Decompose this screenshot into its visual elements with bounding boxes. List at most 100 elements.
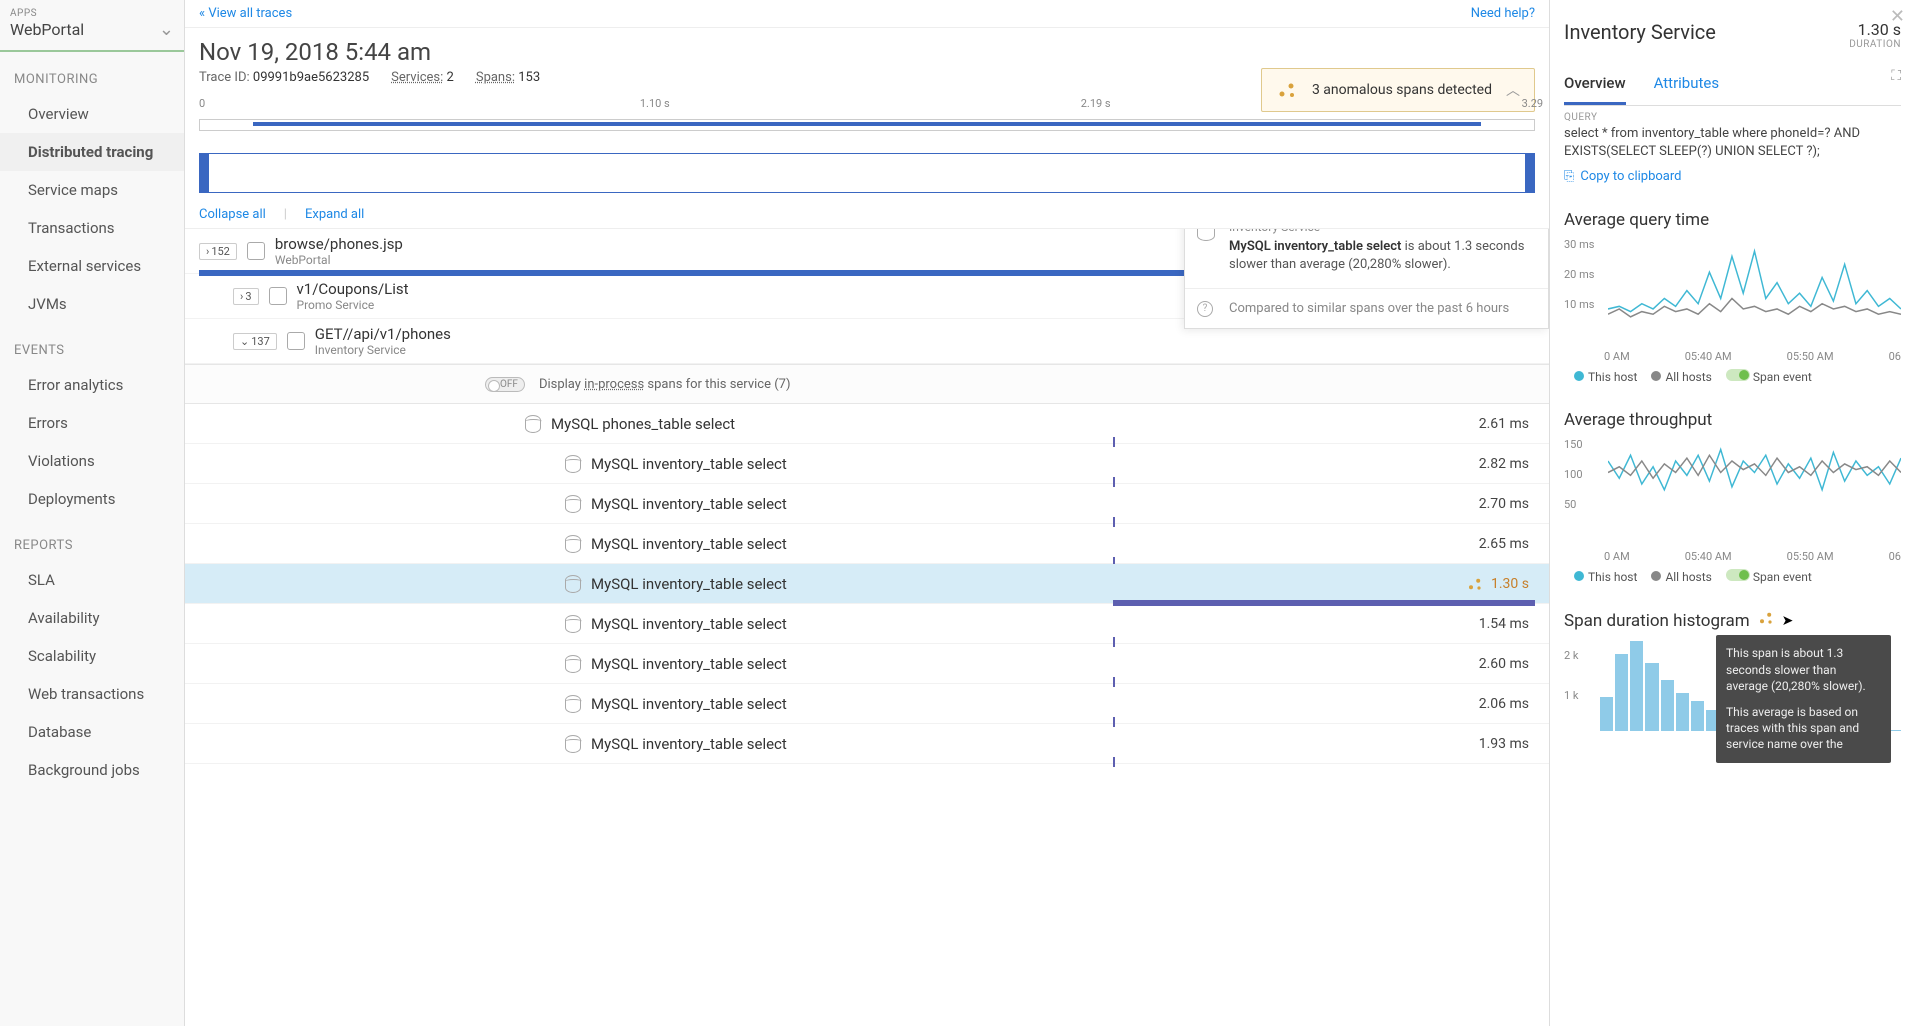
span-toggle[interactable]: ⌄ 137: [233, 333, 277, 350]
separator: |: [284, 207, 287, 222]
tree-controls: Collapse all | Expand all: [185, 201, 1549, 229]
chart-avg-query-time: 30 ms 20 ms 10 ms: [1564, 238, 1901, 348]
database-icon: [565, 575, 581, 593]
span-row-db[interactable]: MySQL inventory_table select2.70 ms: [185, 484, 1549, 524]
trace-title: Nov 19, 2018 5:44 am: [199, 38, 1535, 66]
expand-icon[interactable]: ⛶: [1891, 68, 1901, 105]
histogram-bar: [1676, 693, 1689, 732]
expand-all-link[interactable]: Expand all: [305, 207, 364, 222]
ruler-tick: 2.19 s: [1081, 97, 1111, 110]
app-selector[interactable]: APPS WebPortal ⌄: [0, 0, 184, 52]
sidebar-item-transactions[interactable]: Transactions: [0, 209, 184, 247]
span-service: Inventory Service: [315, 343, 451, 357]
span-duration: 1.30 s: [1467, 576, 1535, 592]
database-icon: [565, 615, 581, 633]
chart-histogram: 2 k 1 k This span is about 1.3 seconds s…: [1564, 639, 1901, 749]
sidebar-item-external-services[interactable]: External services: [0, 247, 184, 285]
spans-count: 153: [518, 70, 540, 85]
span-tick: [1113, 757, 1115, 767]
database-icon: [565, 455, 581, 473]
spans-label: Spans:: [476, 70, 515, 85]
sidebar-item-availability[interactable]: Availability: [0, 599, 184, 637]
tab-overview[interactable]: Overview: [1564, 68, 1626, 105]
span-duration: 1.93 ms: [1479, 736, 1535, 752]
anomaly-item-text: MySQL inventory_table select is about 1.…: [1229, 238, 1532, 274]
timeline-minimap[interactable]: [199, 119, 1535, 131]
sidebar-item-jvms[interactable]: JVMs: [0, 285, 184, 323]
database-icon: [525, 415, 541, 433]
in-process-toggle[interactable]: OFF: [485, 377, 525, 392]
anomaly-item[interactable]: Inventory ServiceMySQL inventory_table s…: [1185, 229, 1548, 289]
sidebar-item-sla[interactable]: SLA: [0, 561, 184, 599]
sidebar-item-distributed-tracing[interactable]: Distributed tracing: [0, 133, 184, 171]
span-tree: › 152 browse/phones.jsp WebPortal › 3 v1…: [185, 229, 1549, 1026]
span-toggle[interactable]: › 3: [233, 288, 259, 305]
database-icon: [565, 735, 581, 753]
chart-title-query-time: Average query time: [1564, 210, 1901, 230]
legend-dot-this-host: [1574, 571, 1584, 581]
ruler-tick: 0: [199, 97, 205, 110]
database-icon: [565, 695, 581, 713]
services-count: 2: [447, 70, 454, 85]
help-icon: ?: [1197, 301, 1213, 317]
sidebar-item-overview[interactable]: Overview: [0, 95, 184, 133]
app-selector-name: WebPortal: [10, 20, 84, 39]
chart-title-throughput: Average throughput: [1564, 410, 1901, 430]
selection-handle-right[interactable]: [1525, 153, 1535, 193]
chart-legend: This host All hosts Span event: [1564, 369, 1901, 384]
span-service: WebPortal: [275, 253, 403, 267]
sidebar-item-deployments[interactable]: Deployments: [0, 480, 184, 518]
details-tabs: Overview Attributes ⛶: [1564, 68, 1901, 106]
chevron-down-icon: ⌄: [159, 19, 174, 40]
minimap-bar: [253, 122, 1480, 126]
sidebar-item-scalability[interactable]: Scalability: [0, 637, 184, 675]
histogram-bar: [1600, 697, 1613, 731]
span-event-toggle[interactable]: [1726, 569, 1750, 581]
timeline-selection[interactable]: [199, 153, 1535, 193]
close-icon[interactable]: ✕: [1890, 6, 1905, 27]
span-row-db[interactable]: MySQL inventory_table select1.54 ms: [185, 604, 1549, 644]
ruler-tick: 3.29: [1522, 97, 1543, 110]
span-toggle[interactable]: › 152: [199, 243, 237, 260]
collapse-all-link[interactable]: Collapse all: [199, 207, 266, 222]
legend-dot-this-host: [1574, 371, 1584, 381]
sidebar-item-errors[interactable]: Errors: [0, 404, 184, 442]
span-event-toggle[interactable]: [1726, 369, 1750, 381]
help-link[interactable]: Need help?: [1471, 6, 1535, 21]
ruler-tick: 1.10 s: [640, 97, 670, 110]
span-name: MySQL inventory_table select: [591, 655, 787, 673]
anomaly-banner-text: 3 anomalous spans detected: [1312, 82, 1492, 98]
trace-id: 09991b9ae5623285: [253, 70, 369, 85]
span-row-db[interactable]: MySQL inventory_table select 2.60 ms: [185, 644, 1549, 684]
details-panel: ✕ Inventory Service 1.30 s DURATION Over…: [1550, 0, 1915, 1026]
back-link[interactable]: « View all traces: [199, 6, 292, 21]
selection-handle-left[interactable]: [199, 153, 209, 193]
sidebar-item-error-analytics[interactable]: Error analytics: [0, 366, 184, 404]
sidebar-item-violations[interactable]: Violations: [0, 442, 184, 480]
sidebar-item-service-maps[interactable]: Service maps: [0, 171, 184, 209]
span-name: MySQL inventory_table select: [591, 615, 787, 633]
span-duration: 2.61 ms: [1479, 416, 1535, 432]
sidebar-item-background-jobs[interactable]: Background jobs: [0, 751, 184, 789]
span-row-db[interactable]: MySQL inventory_table select1.30 s: [185, 564, 1549, 604]
span-row-db[interactable]: MySQL inventory_table select1.93 ms: [185, 724, 1549, 764]
anomaly-panel-footer: ? Compared to similar spans over the pas…: [1185, 289, 1548, 328]
span-row-db[interactable]: MySQL phones_table select2.61 ms: [185, 404, 1549, 444]
sidebar-item-web-transactions[interactable]: Web transactions: [0, 675, 184, 713]
anomaly-panel: WebPortalcoretron.dt.nrdemo-staging.com …: [1184, 229, 1549, 329]
histogram-bar: [1661, 680, 1674, 731]
copy-to-clipboard[interactable]: ⎘ Copy to clipboard: [1564, 169, 1901, 184]
span-row-db[interactable]: MySQL inventory_table select2.06 ms: [185, 684, 1549, 724]
tab-attributes[interactable]: Attributes: [1654, 68, 1720, 105]
span-name: v1/Coupons/List: [297, 280, 409, 298]
span-row-db[interactable]: MySQL inventory_table select2.65 ms: [185, 524, 1549, 564]
trace-header: Nov 19, 2018 5:44 am Trace ID: 09991b9ae…: [185, 28, 1549, 93]
span-duration: 2.65 ms: [1479, 536, 1535, 552]
details-title: Inventory Service: [1564, 20, 1716, 44]
sidebar-item-database[interactable]: Database: [0, 713, 184, 751]
cursor-icon: ➤: [1782, 613, 1794, 629]
nav-section-events: EVENTS: [0, 323, 184, 366]
span-row-db[interactable]: MySQL inventory_table select2.82 ms: [185, 444, 1549, 484]
span-name: GET//api/v1/phones: [315, 325, 451, 343]
span-duration: 2.60 ms: [1479, 656, 1535, 672]
